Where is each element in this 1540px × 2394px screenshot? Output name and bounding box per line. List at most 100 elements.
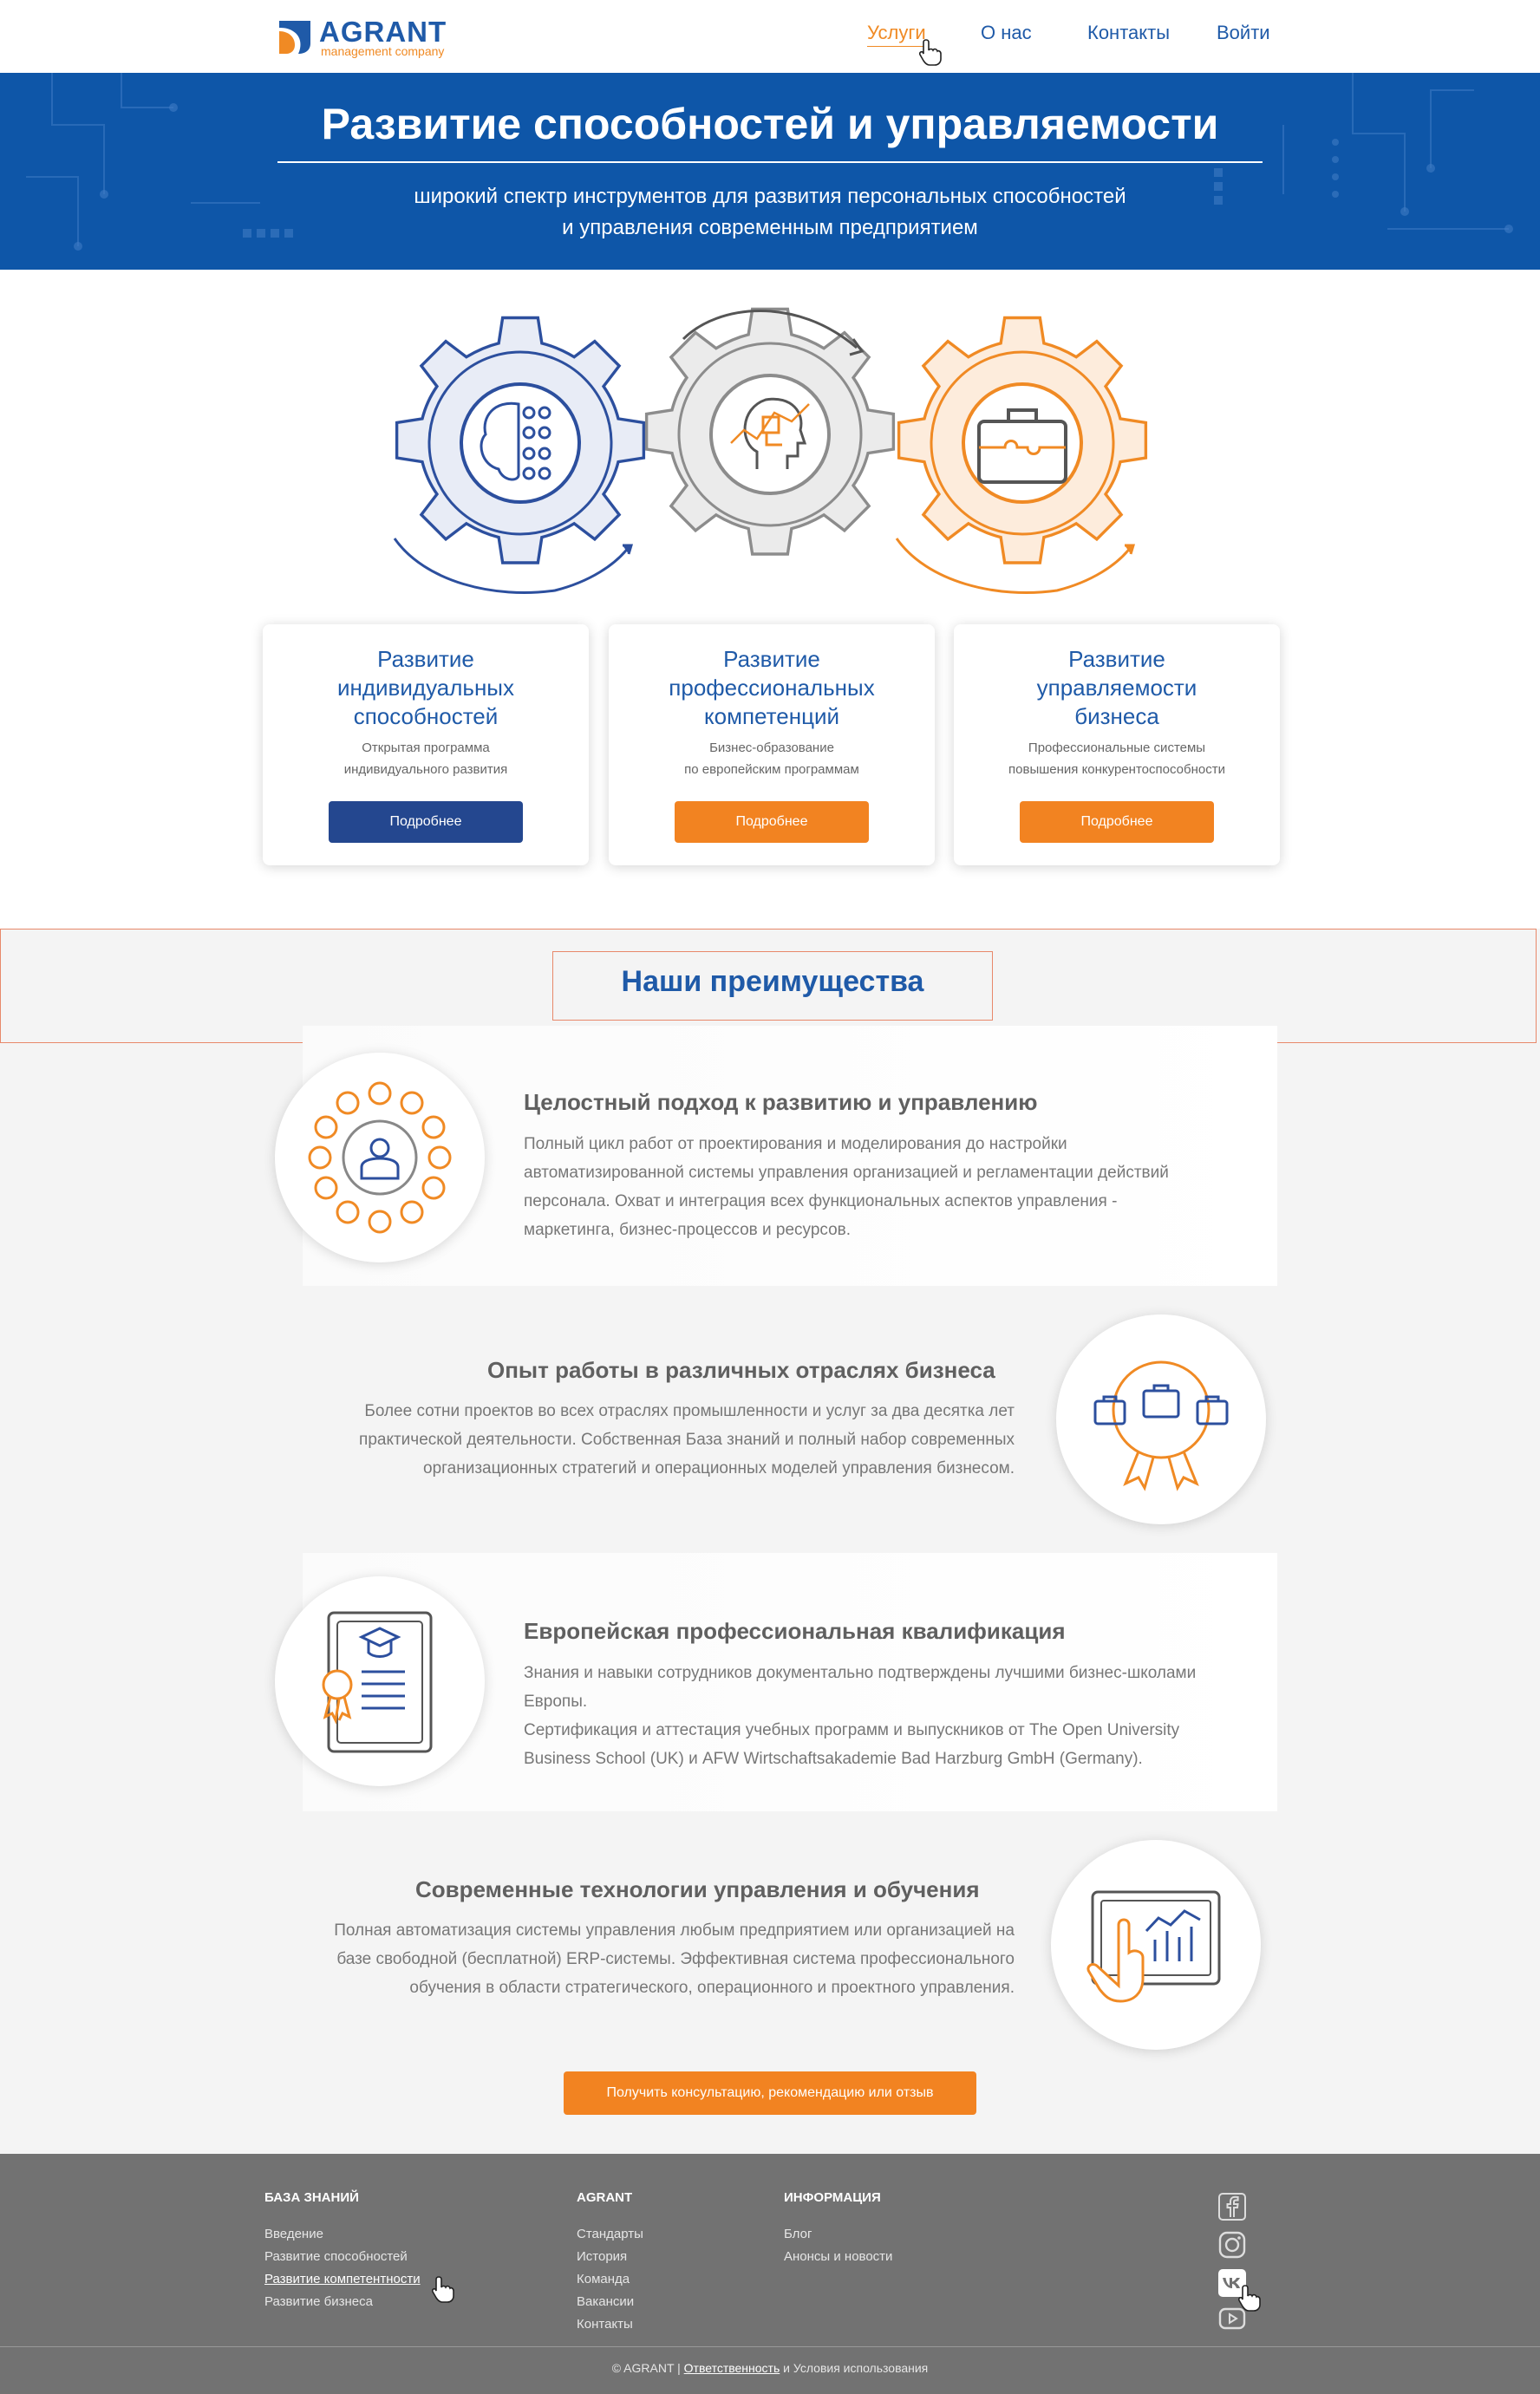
card-desc-line: индивидуального развития [343, 762, 508, 777]
advantage-text: Полный цикл работ от проектирования и мо… [524, 1130, 1169, 1244]
footer-link[interactable]: Развитие компетентности [264, 2272, 421, 2286]
advantage-text-line: автоматизированной системы управления ор… [524, 1164, 1169, 1182]
advantage-icon-circle [275, 1576, 485, 1786]
logo-mark-icon [279, 21, 310, 54]
advantage-text-line: обучения в области стратегического, опер… [409, 1979, 1015, 1997]
hand-cursor-icon [919, 39, 942, 66]
more-button[interactable]: Подробнее [329, 801, 523, 843]
hero-title: Развитие способностей и управляемости [321, 100, 1219, 148]
copyright-text: и [783, 2361, 790, 2375]
service-card-business: Развитие управляемости бизнеса Профессио… [954, 624, 1280, 865]
more-button[interactable]: Подробнее [1020, 801, 1214, 843]
service-card-professional: Развитие профессиональных компетенций Би… [609, 624, 935, 865]
advantage-heading: Европейская профессиональная квалификаци… [524, 1618, 1066, 1644]
card-desc-line: повышения конкурентоспособности [1008, 762, 1225, 777]
footer-link[interactable]: Развитие способностей [264, 2249, 408, 2264]
advantage-text-line: базе свободной (бесплатной) ERP-системы.… [336, 1950, 1015, 1968]
card-title-line: компетенций [703, 703, 840, 729]
industry-experience-icon [1093, 1360, 1229, 1491]
hero-banner: Развитие способностей и управляемости ши… [0, 73, 1540, 270]
site-header: AGRANT management company Услуги О нас К… [0, 0, 1540, 73]
advantage-icon-circle [1051, 1840, 1261, 2050]
holistic-approach-icon [308, 1081, 452, 1234]
advantages-title: Наши преимущества [621, 965, 924, 998]
advantage-heading: Целостный подход к развитию и управлению [524, 1089, 1038, 1115]
certificate-icon [322, 1611, 433, 1753]
footer-link[interactable]: Команда [577, 2272, 630, 2286]
nav-about[interactable]: О нас [981, 22, 1032, 44]
card-description: Профессиональные системы повышения конку… [954, 737, 1280, 780]
advantage-text: Более сотни проектов во всех отраслях пр… [260, 1397, 1015, 1483]
advantage-text-line: Business School (UK) и AFW Wirtschaftsak… [524, 1750, 1143, 1768]
footer-link[interactable]: Блог [784, 2227, 812, 2241]
footer-heading-agrant: AGRANT [577, 2190, 633, 2205]
footer-link[interactable]: История [577, 2249, 627, 2264]
advantage-text: Полная автоматизация системы управления … [234, 1916, 1015, 2002]
card-desc-line: Профессиональные системы [1028, 740, 1206, 755]
card-desc-line: по европейским программам [684, 762, 859, 777]
hero-subtitle-line: и управления современным предприятием [562, 216, 978, 239]
logo-tagline: management company [321, 44, 445, 58]
footer-heading-knowledge: БАЗА ЗНАНИЙ [264, 2190, 359, 2205]
nav-login[interactable]: Войти [1217, 22, 1270, 44]
advantage-text-line: Полный цикл работ от проектирования и мо… [524, 1135, 1067, 1153]
footer-link[interactable]: Развитие бизнеса [264, 2294, 373, 2309]
card-description: Открытая программа индивидуального разви… [263, 737, 589, 780]
gears-illustration-icon [393, 308, 1147, 594]
advantage-text-line: Более сотни проектов во всех отраслях пр… [364, 1402, 1015, 1420]
card-title-line: Развитие [723, 646, 820, 672]
card-title-line: способностей [353, 703, 499, 729]
hero-subtitle: широкий спектр инструментов для развития… [0, 181, 1540, 244]
services-section: Развитие индивидуальных способностей Отк… [0, 270, 1540, 929]
card-title-line: индивидуальных [336, 675, 514, 701]
youtube-icon[interactable] [1218, 2307, 1246, 2330]
card-title-line: Развитие [1068, 646, 1165, 672]
more-button[interactable]: Подробнее [675, 801, 869, 843]
advantage-text-line: практической деятельности. Собственная Б… [359, 1431, 1015, 1449]
page: AGRANT management company Услуги О нас К… [0, 0, 1540, 2394]
card-desc-line: Бизнес-образование [709, 740, 834, 755]
advantage-text-line: Знания и навыки сотрудников документальн… [524, 1664, 1197, 1682]
advantage-text-line: Полная автоматизация системы управления … [334, 1921, 1015, 1940]
terms-link[interactable]: Условия использования [793, 2361, 928, 2375]
logo[interactable]: AGRANT management company [276, 16, 484, 61]
advantage-text-line: Сертификация и аттестация учебных програ… [524, 1721, 1180, 1739]
consultation-button[interactable]: Получить консультацию, рекомендацию или … [564, 2071, 976, 2115]
hero-subtitle-line: широкий спектр инструментов для развития… [414, 185, 1126, 208]
hand-cursor-icon [432, 2276, 454, 2303]
nav-contacts[interactable]: Контакты [1087, 22, 1170, 44]
advantage-heading: Современные технологии управления и обуч… [415, 1876, 980, 1902]
footer-link[interactable]: Введение [264, 2227, 323, 2241]
card-title-line: бизнеса [1074, 703, 1159, 729]
footer-heading-info: ИНФОРМАЦИЯ [784, 2190, 881, 2205]
hero-divider [277, 161, 1263, 163]
copyright: © AGRANT | Ответственность и Условия исп… [0, 2361, 1540, 2375]
site-footer: БАЗА ЗНАНИЙ Введение Развитие способност… [0, 2154, 1540, 2394]
footer-link[interactable]: Анонсы и новости [784, 2249, 892, 2264]
advantage-text-line: персонала. Охват и интеграция всех функц… [524, 1192, 1118, 1210]
footer-link[interactable]: Вакансии [577, 2294, 634, 2309]
footer-link[interactable]: Контакты [577, 2317, 633, 2332]
advantage-text-line: организационных стратегий и операционных… [423, 1459, 1015, 1477]
advantage-icon-circle [1056, 1314, 1266, 1524]
card-title: Развитие индивидуальных способностей [263, 645, 589, 731]
touchscreen-chart-icon [1086, 1890, 1221, 2003]
service-card-individual: Развитие индивидуальных способностей Отк… [263, 624, 589, 865]
card-description: Бизнес-образование по европейским програ… [609, 737, 935, 780]
card-title: Развитие профессиональных компетенций [609, 645, 935, 731]
card-title-line: управляемости [1036, 675, 1197, 701]
copyright-text: © AGRANT | [611, 2361, 681, 2375]
advantage-icon-circle [275, 1053, 485, 1262]
footer-link[interactable]: Стандарты [577, 2227, 643, 2241]
advantage-text-line: маркетинга, бизнес-процессов и ресурсов. [524, 1221, 852, 1239]
responsibility-link[interactable]: Ответственность [684, 2361, 780, 2375]
instagram-icon[interactable] [1218, 2231, 1246, 2259]
card-title-line: профессиональных [669, 675, 875, 701]
facebook-icon[interactable] [1218, 2193, 1246, 2221]
nav-services[interactable]: Услуги [867, 22, 926, 47]
advantage-text-line: Европы. [524, 1693, 588, 1711]
card-title-line: Развитие [377, 646, 474, 672]
card-title: Развитие управляемости бизнеса [954, 645, 1280, 731]
footer-divider [0, 2346, 1540, 2347]
advantage-text: Знания и навыки сотрудников документальн… [524, 1659, 1196, 1773]
